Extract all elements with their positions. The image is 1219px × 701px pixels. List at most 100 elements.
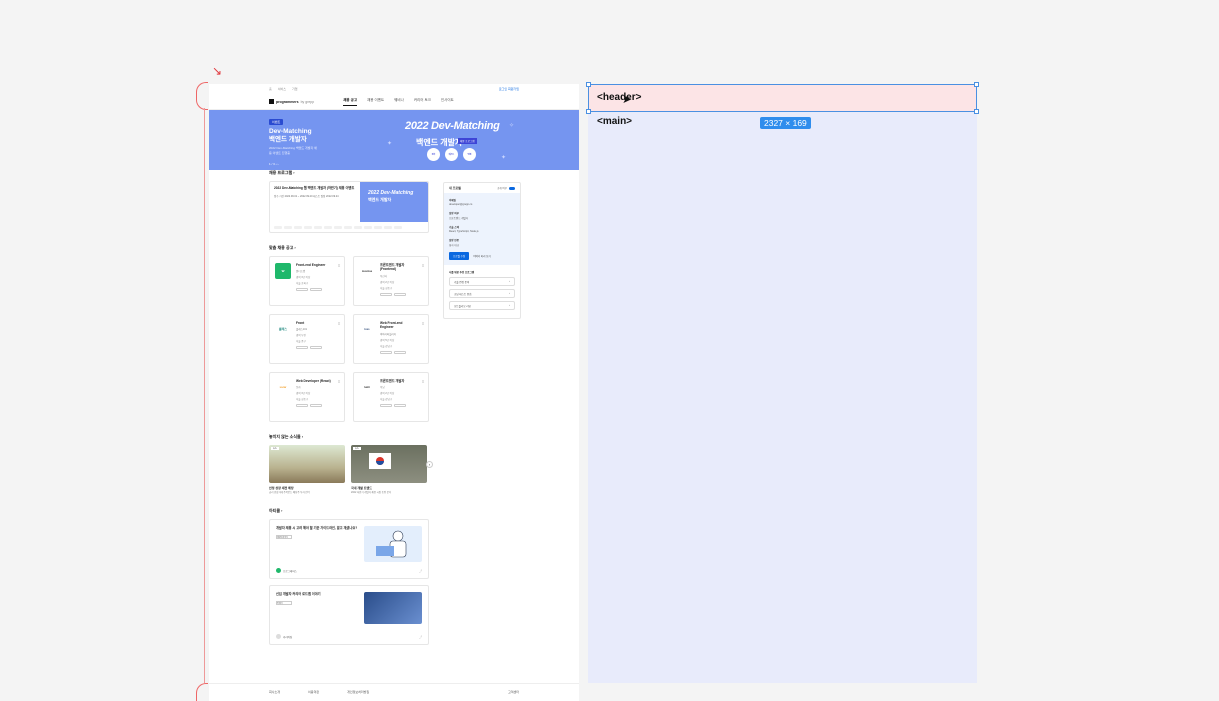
hero-banner[interactable]: 이벤트 Dev-Matching 백엔드 개발자 2022 Dev-Matchi…	[209, 110, 579, 170]
news-image: 뉴스	[269, 445, 345, 483]
job-card[interactable]: lunit 프론트엔드 개발자 루닛 경력 2년 이상 서울 강남구 ⌑	[353, 372, 429, 422]
cursor-icon: ➤	[622, 92, 633, 106]
share-icon[interactable]: ⤴	[419, 569, 422, 573]
logo[interactable]: programmers by grepp	[269, 99, 314, 104]
toggle-switch-icon	[509, 186, 515, 190]
news-card[interactable]: 뉴스 안정 성장 세전 배당 금리 인상기에 주목받는 배당주 투자 전략	[269, 445, 345, 494]
login-link[interactable]: 로그인 회원가입	[499, 87, 519, 91]
section-title-program[interactable]: 채용 프로그램 ›	[269, 170, 429, 176]
job-card[interactable]: socar Web Developer (React) 쏘카 경력 3년 이상 …	[269, 372, 345, 422]
resize-handle[interactable]	[586, 109, 591, 114]
chevron-right-icon: ›	[509, 292, 510, 295]
job-card[interactable]: musinsa 프론트엔드 개발자 (Frontend) 무신사 경력 2년 이…	[353, 256, 429, 306]
program-meta: 접수 기간 2022.09.01 ~ 2022.09.20 테스트 일정 202…	[274, 194, 339, 198]
nav-item-insight[interactable]: 인사이트	[441, 98, 454, 106]
job-company: 클래스101	[296, 328, 308, 332]
hero-step-circle: 테스트	[445, 148, 458, 161]
utility-link[interactable]: 서비스	[278, 87, 286, 91]
edit-profile-button[interactable]: 프로필 수정	[449, 252, 470, 260]
program-card[interactable]: 2022 Dev-Matching 웹 백엔드 개발자 (하반기) 채용 이벤트…	[269, 181, 429, 233]
bookmark-icon[interactable]: ⌑	[422, 379, 424, 384]
nav-item-events[interactable]: 채용 이벤트	[367, 98, 384, 106]
chevron-right-icon: ›	[509, 280, 510, 283]
header-tag-label: <header>	[597, 92, 642, 103]
news-image: 뉴스	[351, 445, 427, 483]
spacing-brace-bottom	[196, 683, 208, 701]
global-nav: programmers by grepp 채용 공고 채용 이벤트 웨비나 커리…	[209, 94, 579, 110]
recommend-list: 나를 위한 추천 프로그램 기술 면접 준비 › 코딩 테스트 연습 › 포트폴리오…	[444, 265, 520, 318]
chevron-right-icon: ›	[509, 304, 510, 307]
section-title-articles[interactable]: 아티클 ›	[269, 508, 429, 514]
nav-item-jobs[interactable]: 채용 공고	[343, 98, 358, 106]
header-selection-box[interactable]	[588, 84, 977, 112]
job-title: Front	[296, 321, 305, 325]
layout-inspector: <header> <main> 2327 × 169	[586, 82, 979, 683]
article-card[interactable]: 개발자 채용 시 고려 해야 할 기준 가이드라인, 알고 계셨나요? 채용인사…	[269, 519, 429, 580]
bookmark-icon[interactable]: ⌑	[338, 321, 340, 326]
job-company: 루닛	[380, 386, 385, 390]
hero-step-circle: 면접	[463, 148, 476, 161]
share-icon[interactable]: ⤴	[419, 635, 422, 639]
company-logo: socar	[279, 385, 287, 389]
bookmark-icon[interactable]: ⌑	[338, 263, 340, 268]
hero-badge: 이벤트	[269, 119, 284, 125]
job-card[interactable]: 클래스 Front 클래스101 경력 무관 서울 중구 ⌑	[269, 314, 345, 364]
footer-link[interactable]: 고객센터	[508, 690, 519, 701]
footer-link[interactable]: 회사소개	[269, 690, 280, 701]
article-thumbnail	[364, 526, 422, 563]
nav-item-webinar[interactable]: 웨비나	[394, 98, 404, 106]
article-card[interactable]: 신입 개발자 커리어 로드맵 이야기 커리어 커리어팀 ⤴	[269, 585, 429, 646]
nav-item-career[interactable]: 커리어 토크	[414, 98, 431, 106]
resize-handle[interactable]	[974, 82, 979, 87]
sparkle-icon: ✦	[387, 141, 393, 147]
bookmark-icon[interactable]: ⌑	[338, 379, 340, 384]
nav-menu: 채용 공고 채용 이벤트 웨비나 커리어 토크 인사이트	[343, 98, 454, 106]
hero-graphic-subtitle: 백엔드 개발자	[416, 138, 463, 147]
company-logo: musinsa	[361, 269, 373, 273]
news-carousel: 뉴스 안정 성장 세전 배당 금리 인상기에 주목받는 배당주 투자 전략 뉴스…	[269, 445, 433, 494]
recommend-item[interactable]: 포트폴리오 리뷰 ›	[449, 301, 515, 310]
footer-link[interactable]: 이용약관	[308, 690, 319, 701]
visibility-toggle[interactable]: 공개 여부	[497, 186, 515, 190]
utility-link[interactable]: 홈	[269, 87, 272, 91]
main-content: 채용 프로그램 › 2022 Dev-Matching 웹 백엔드 개발자 (하…	[269, 170, 433, 651]
spacing-brace-top	[196, 82, 208, 110]
job-company: 쏘카	[296, 386, 301, 390]
job-title: 프론트엔드 개발자 (Frontend)	[380, 263, 405, 272]
utility-link[interactable]: 기업	[292, 87, 298, 91]
annotation-arrow: ↘	[212, 64, 223, 78]
job-card[interactable]: W Front-end Engineer 원티드랩 경력 3년 이상 서울 송파…	[269, 256, 345, 306]
flag-icon	[369, 453, 391, 469]
resize-handle[interactable]	[586, 82, 591, 87]
job-title: 프론트엔드 개발자	[380, 379, 405, 383]
section-title-jobs[interactable]: 맞춤 채용 공고 ›	[269, 245, 429, 251]
company-logo: toss	[364, 327, 370, 331]
footer-link[interactable]: 개인정보처리방침	[347, 690, 369, 701]
person-illustration-icon	[376, 531, 407, 558]
program-thumbnail: 2022 Dev-Matching 백엔드 개발자	[360, 182, 428, 222]
resize-handle[interactable]	[974, 109, 979, 114]
job-title: Web Front-end Engineer	[380, 321, 403, 330]
recommend-item[interactable]: 코딩 테스트 연습 ›	[449, 289, 515, 298]
hero-step-circle: 접수	[427, 148, 440, 161]
article-thumbnail	[364, 592, 422, 625]
carousel-next-icon[interactable]: ›	[426, 461, 433, 468]
logo-mark-icon	[269, 99, 274, 104]
bookmark-icon[interactable]: ⌑	[422, 263, 424, 268]
section-title-news[interactable]: 놓치지 않는 소식들 ›	[269, 434, 429, 440]
dimension-badge: 2327 × 169	[760, 117, 811, 129]
hero-graphic-tag: 채용 프로그램	[458, 138, 477, 144]
utility-bar: 홈 서비스 기업 로그인 회원가입	[209, 84, 579, 94]
hero-description: 2022 Dev-Matching 백엔드 개발자 채용 이벤트 진행중	[269, 146, 317, 155]
news-card[interactable]: 뉴스 국내 개발 트렌드 2022 하반기 개발자 채용 시장 동향 분석	[351, 445, 427, 494]
preview-resume-button[interactable]: 이력서 미리 보기	[473, 254, 491, 258]
measure-line	[204, 108, 205, 683]
artboard-page: 홈 서비스 기업 로그인 회원가입 programmers by grepp 채…	[209, 84, 579, 701]
bookmark-icon[interactable]: ⌑	[422, 321, 424, 326]
hero-graphic-title: 2022 Dev-Matching	[405, 120, 500, 132]
company-logo: lunit	[364, 385, 370, 389]
job-card[interactable]: toss Web Front-end Engineer 비바리퍼블리카 경력 5…	[353, 314, 429, 364]
job-company: 무신사	[380, 274, 387, 278]
hero-pager[interactable]: 1 / 3 ‹ ›	[269, 162, 279, 166]
recommend-item[interactable]: 기술 면접 준비 ›	[449, 277, 515, 286]
